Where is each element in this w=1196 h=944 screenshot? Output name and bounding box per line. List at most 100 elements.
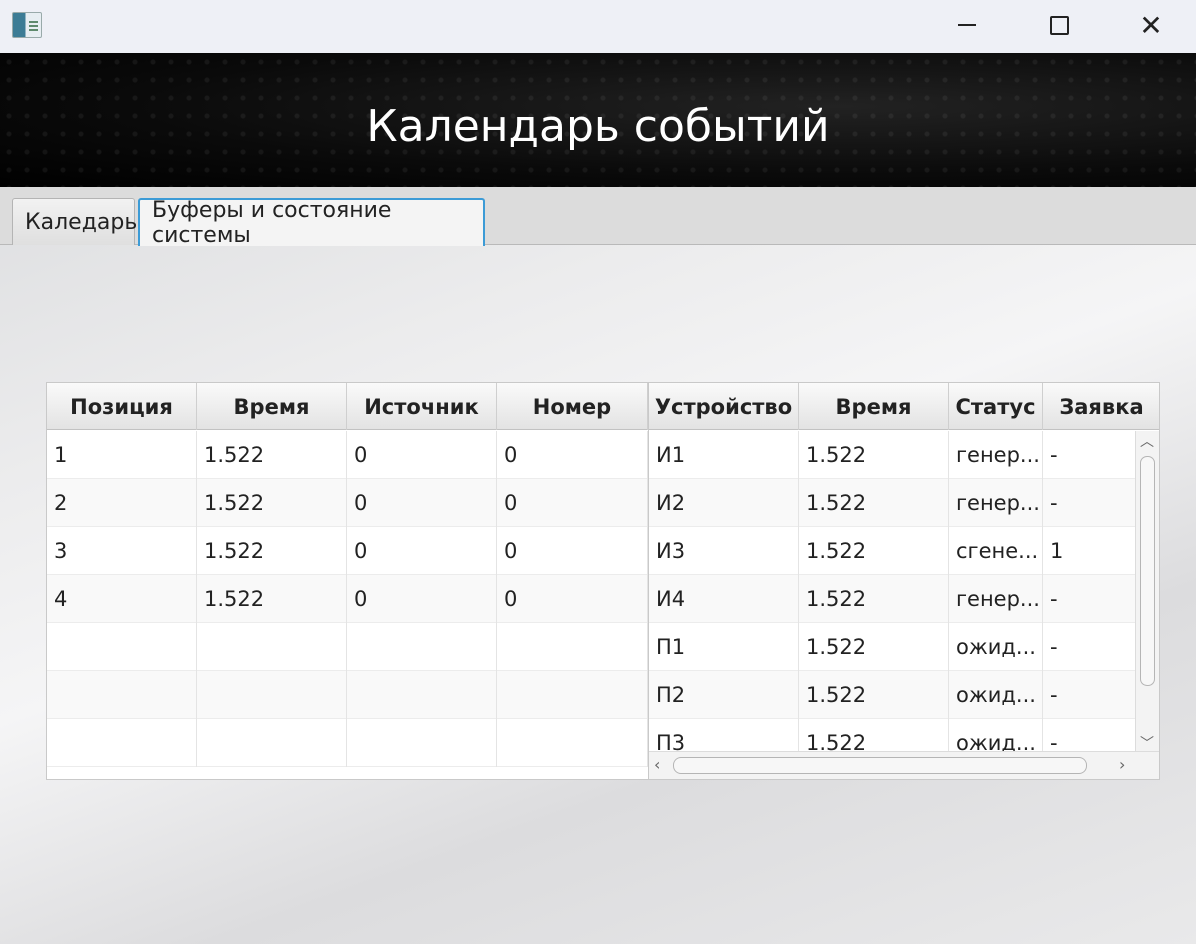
tab-bar: Каледарь Буферы и состояние системы	[0, 187, 1196, 248]
table-cell: 1	[1043, 527, 1137, 575]
maximize-icon	[1049, 15, 1069, 35]
table-cell	[197, 671, 347, 719]
table-row[interactable]	[47, 719, 648, 767]
table-cell: И2	[649, 479, 799, 527]
table-cell: генер...	[949, 479, 1043, 527]
table-cell: 0	[347, 479, 497, 527]
table-cell	[47, 719, 197, 767]
table-cell	[497, 623, 648, 671]
window-title-bar: ✕	[0, 0, 1196, 53]
table-cell: 0	[497, 527, 648, 575]
table-cell: ожид...	[949, 623, 1043, 671]
minimize-button[interactable]	[944, 0, 990, 50]
table-cell: 0	[497, 431, 648, 479]
table-cell	[47, 623, 197, 671]
table-cell: 1.522	[197, 479, 347, 527]
column-header-number[interactable]: Номер	[497, 383, 648, 430]
table-cell: 0	[497, 575, 648, 623]
table-row[interactable]: И1 1.522 генер... -	[649, 431, 1137, 479]
table-row[interactable]: 4 1.522 0 0	[47, 575, 648, 623]
table-cell: 1.522	[197, 431, 347, 479]
scroll-up-icon[interactable]: ︿	[1140, 431, 1154, 451]
close-button[interactable]: ✕	[1128, 0, 1174, 50]
vertical-scrollbar[interactable]: ︿ ﹀	[1135, 431, 1159, 753]
minimize-icon	[958, 24, 976, 26]
table-cell: И4	[649, 575, 799, 623]
column-header-device[interactable]: Устройство	[649, 383, 799, 430]
table-cell: 0	[347, 431, 497, 479]
table-cell: 3	[47, 527, 197, 575]
table-cell: 2	[47, 479, 197, 527]
app-window-icon[interactable]	[12, 12, 42, 38]
column-header-time[interactable]: Время	[197, 383, 347, 430]
table-row[interactable]	[47, 623, 648, 671]
table-cell	[197, 719, 347, 767]
table-cell: -	[1043, 623, 1137, 671]
vertical-scroll-thumb[interactable]	[1140, 456, 1155, 686]
table-cell: -	[1043, 431, 1137, 479]
table-row[interactable]: 3 1.522 0 0	[47, 527, 648, 575]
table-cell: генер...	[949, 431, 1043, 479]
close-icon: ✕	[1139, 9, 1163, 41]
table-cell: -	[1043, 479, 1137, 527]
table-cell: 1.522	[197, 575, 347, 623]
table-cell: 1.522	[799, 671, 949, 719]
table-cell: генер...	[949, 575, 1043, 623]
table-cell: И3	[649, 527, 799, 575]
table-cell	[197, 623, 347, 671]
table-cell: 1.522	[799, 623, 949, 671]
table-cell: П2	[649, 671, 799, 719]
column-header-position[interactable]: Позиция	[47, 383, 197, 430]
page-title: Календарь событий	[366, 101, 830, 152]
table-cell: 1	[47, 431, 197, 479]
table-row[interactable]: И3 1.522 сгене... 1	[649, 527, 1137, 575]
table-row[interactable]: П1 1.522 ожид... -	[649, 623, 1137, 671]
table-cell: 0	[347, 527, 497, 575]
table-body: И1 1.522 генер... - И2 1.522 генер... - И3 1.522 с…	[649, 431, 1137, 767]
table-row[interactable]: 2 1.522 0 0	[47, 479, 648, 527]
table-row[interactable]: И4 1.522 генер... -	[649, 575, 1137, 623]
column-header-time[interactable]: Время	[799, 383, 949, 430]
table-cell: сгене...	[949, 527, 1043, 575]
tab-calendar[interactable]: Каледарь	[12, 198, 137, 245]
table-cell: 0	[497, 479, 648, 527]
table-header: Позиция Время Источник Номер	[47, 383, 648, 430]
tab-buffers-system-state[interactable]: Буферы и состояние системы	[138, 198, 485, 248]
table-cell: -	[1043, 671, 1137, 719]
table-cell: 1.522	[197, 527, 347, 575]
column-header-request[interactable]: Заявка	[1043, 383, 1159, 430]
maximize-button[interactable]	[1036, 0, 1082, 50]
table-cell: ожид...	[949, 671, 1043, 719]
table-cell: П1	[649, 623, 799, 671]
scroll-left-icon[interactable]: ‹	[654, 755, 660, 774]
column-header-source[interactable]: Источник	[347, 383, 497, 430]
header-banner: Календарь событий	[0, 53, 1196, 187]
table-cell: 1.522	[799, 527, 949, 575]
buffer-table: Позиция Время Источник Номер 1 1.522 0 0 2 1.…	[46, 382, 649, 780]
table-row[interactable]: П2 1.522 ожид... -	[649, 671, 1137, 719]
scroll-right-icon[interactable]: ›	[1119, 755, 1125, 774]
table-cell	[497, 719, 648, 767]
table-row[interactable]: 1 1.522 0 0	[47, 431, 648, 479]
table-row[interactable]	[47, 671, 648, 719]
table-cell	[347, 719, 497, 767]
table-cell: -	[1043, 575, 1137, 623]
horizontal-scrollbar[interactable]: ‹ ›	[649, 751, 1159, 779]
device-table: Устройство Время Статус Заявка И1 1.522 ге…	[648, 382, 1160, 780]
table-cell: 0	[347, 575, 497, 623]
table-row[interactable]: И2 1.522 генер... -	[649, 479, 1137, 527]
table-cell	[347, 671, 497, 719]
table-body: 1 1.522 0 0 2 1.522 0 0 3 1.522 0 0 4 1.522 0 0	[47, 431, 648, 767]
table-cell	[347, 623, 497, 671]
table-cell: И1	[649, 431, 799, 479]
table-cell: 1.522	[799, 479, 949, 527]
horizontal-scroll-thumb[interactable]	[673, 757, 1087, 774]
table-header: Устройство Время Статус Заявка	[649, 383, 1159, 430]
table-cell: 1.522	[799, 575, 949, 623]
table-cell: 4	[47, 575, 197, 623]
table-cell	[47, 671, 197, 719]
column-header-status[interactable]: Статус	[949, 383, 1043, 430]
table-cell	[497, 671, 648, 719]
table-cell: 1.522	[799, 431, 949, 479]
scroll-down-icon[interactable]: ﹀	[1140, 733, 1154, 753]
